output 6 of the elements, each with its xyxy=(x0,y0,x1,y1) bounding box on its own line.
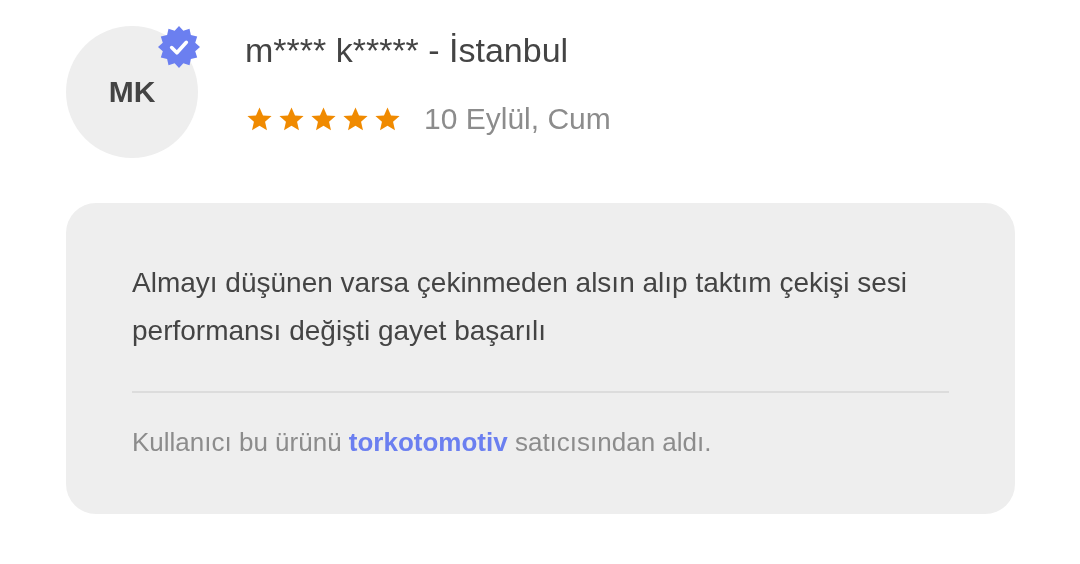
review-date: 10 Eylül, Cum xyxy=(424,102,611,136)
avatar: MK xyxy=(66,26,198,158)
author-name: m**** k***** - İstanbul xyxy=(245,30,570,70)
seller-note: Kullanıcı bu ürünü torkotomotiv satıcısından aldı. xyxy=(132,427,713,458)
seller-link[interactable]: torkotomotiv xyxy=(348,427,508,457)
review-text: Almayı düşünen varsa çekinmeden alsın alıp taktım çekişi sesi performansı değişti gayet başarılı xyxy=(132,266,909,348)
